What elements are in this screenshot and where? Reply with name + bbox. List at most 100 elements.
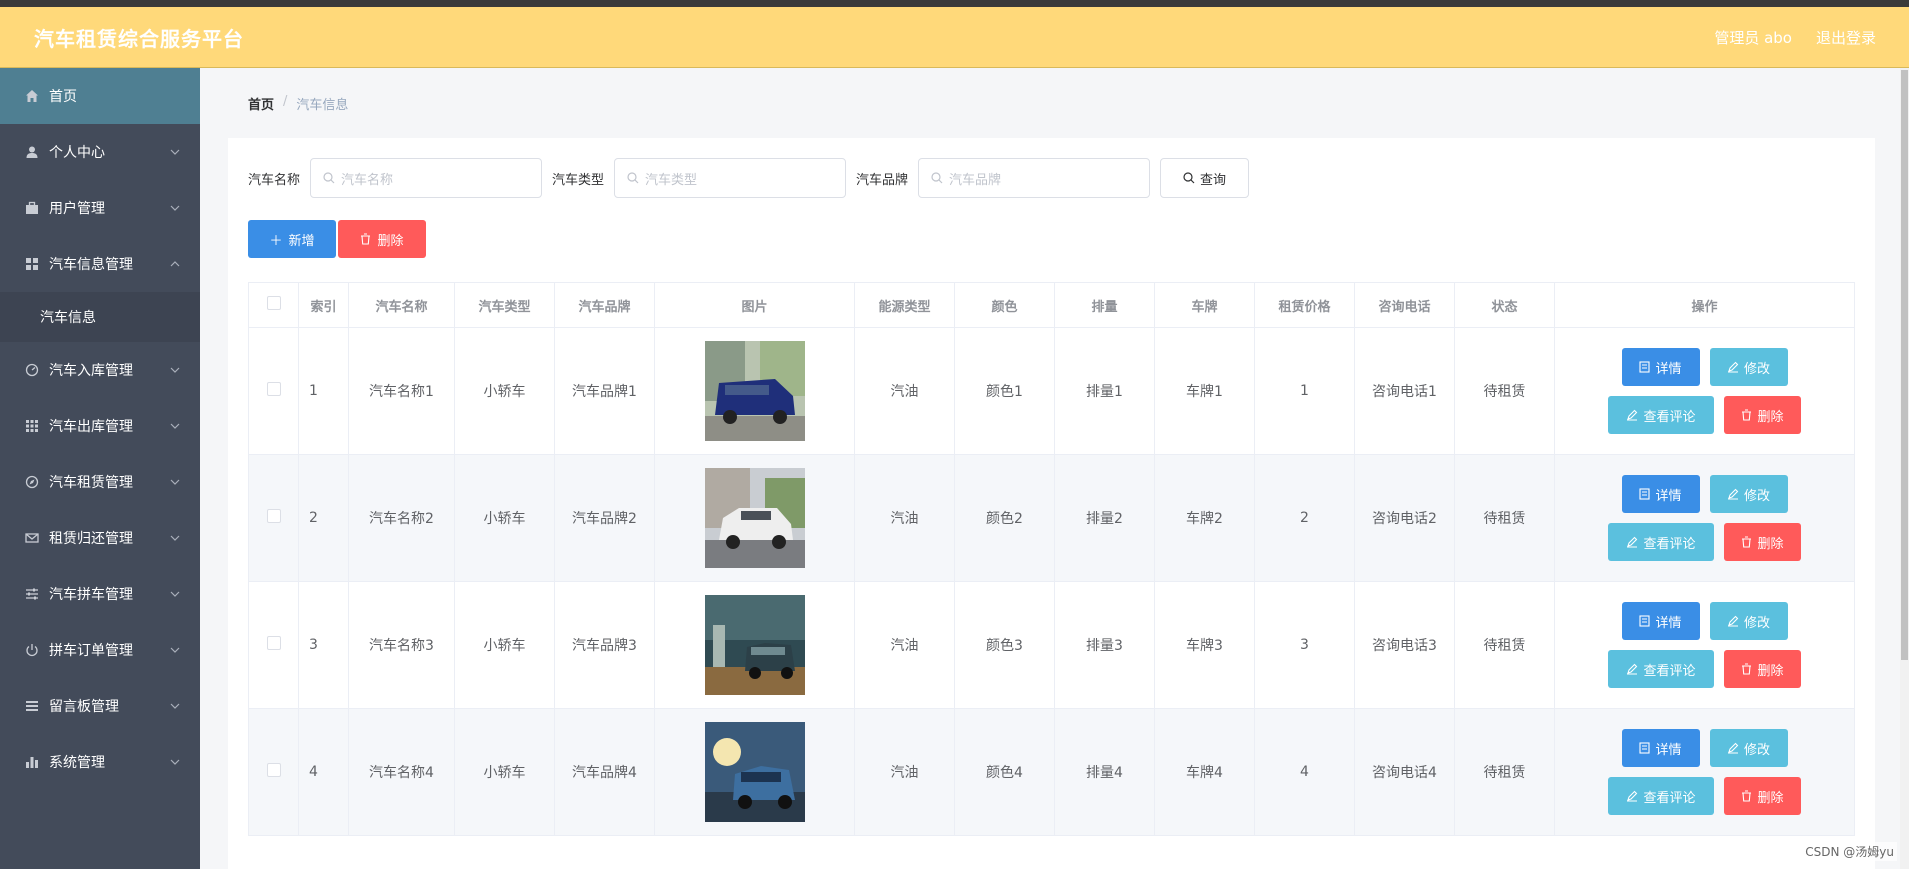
row-delete-button-label: 删除 <box>1757 663 1784 679</box>
energy-type-cell: 汽油 <box>854 327 955 455</box>
edit-button[interactable]: 修改 <box>1709 602 1788 640</box>
bulk-delete-button[interactable]: 删除 <box>338 220 426 258</box>
row-checkbox-cell[interactable] <box>248 581 299 709</box>
query-button[interactable]: 查询 <box>1160 158 1250 198</box>
car-brand-cell: 汽车品牌4 <box>554 708 655 836</box>
detail-button[interactable]: 详情 <box>1621 475 1700 513</box>
view-reviews-button[interactable]: 查看评论 <box>1608 777 1714 815</box>
row-checkbox[interactable] <box>266 382 281 396</box>
select-all-cell[interactable] <box>248 282 299 328</box>
car-name-cell: 汽车名称3 <box>348 581 455 709</box>
edit-button-label: 修改 <box>1743 488 1770 504</box>
sidebar-item-label: 留言板管理 <box>49 699 119 715</box>
column-header: 咨询电话 <box>1354 282 1455 328</box>
view-reviews-button[interactable]: 查看评论 <box>1608 396 1714 434</box>
car-brand-input[interactable]: 汽车品牌 <box>918 158 1151 198</box>
chevron-down-icon <box>170 149 180 155</box>
list-icon <box>24 698 40 714</box>
edit-button[interactable]: 修改 <box>1709 475 1788 513</box>
row-delete-button[interactable]: 删除 <box>1724 523 1801 561</box>
column-header: 能源类型 <box>854 282 955 328</box>
car-type-cell: 小轿车 <box>454 454 555 582</box>
sidebar-item-label: 系统管理 <box>49 755 105 771</box>
admin-user-label[interactable]: 管理员 abo <box>1714 27 1792 48</box>
breadcrumb-home[interactable]: 首页 <box>248 94 274 113</box>
energy-type-cell: 汽油 <box>854 581 955 709</box>
car-brand-label: 汽车品牌 <box>856 172 909 188</box>
apps-icon <box>24 418 40 434</box>
select-all-checkbox[interactable] <box>266 296 281 310</box>
car-brand-placeholder: 汽车品牌 <box>949 172 1002 188</box>
user-icon <box>24 144 40 160</box>
gauge-icon <box>24 362 40 378</box>
sidebar-subitem-car-info[interactable]: 汽车信息 <box>0 292 200 342</box>
search-icon <box>931 172 943 184</box>
sidebar-subitem-label: 汽车信息 <box>40 310 96 326</box>
logout-link[interactable]: 退出登录 <box>1816 27 1876 48</box>
car-name-placeholder: 汽车名称 <box>341 172 394 188</box>
row-checkbox[interactable] <box>266 636 281 650</box>
detail-button[interactable]: 详情 <box>1621 348 1700 386</box>
row-checkbox-cell[interactable] <box>248 327 299 455</box>
sidebar-item-user-management[interactable]: 用户管理 <box>0 180 200 236</box>
breadcrumb-current: 汽车信息 <box>296 98 349 113</box>
row-checkbox[interactable] <box>266 763 281 777</box>
car-type-cell: 小轿车 <box>454 581 555 709</box>
sidebar-item-label: 用户管理 <box>49 201 105 217</box>
vertical-scrollbar[interactable] <box>1900 68 1909 869</box>
car-info-table: 索引 汽车名称 汽车类型 汽车品牌 图片 能源类型 颜色 排量 车牌 租赁价格 … <box>248 282 1855 836</box>
edit-button[interactable]: 修改 <box>1709 729 1788 767</box>
row-checkbox[interactable] <box>266 509 281 523</box>
search-icon <box>323 172 335 184</box>
row-checkbox-cell[interactable] <box>248 708 299 836</box>
sidebar-item-rental-return[interactable]: 租赁归还管理 <box>0 510 200 566</box>
plate-cell: 车牌3 <box>1154 581 1255 709</box>
trash-icon <box>1742 790 1752 802</box>
row-delete-button[interactable]: 删除 <box>1724 396 1801 434</box>
car-type-input[interactable]: 汽车类型 <box>614 158 847 198</box>
car-type-cell: 小轿车 <box>454 708 555 836</box>
sidebar-item-carpool-orders[interactable]: 拼车订单管理 <box>0 622 200 678</box>
phone-cell: 咨询电话4 <box>1354 708 1455 836</box>
bulk-action-bar: ＋ 新增 删除 <box>248 220 426 258</box>
car-name-cell: 汽车名称4 <box>348 708 455 836</box>
sidebar-item-home[interactable]: 首页 <box>0 68 200 124</box>
pencil-icon <box>1627 409 1638 421</box>
detail-button[interactable]: 详情 <box>1621 602 1700 640</box>
table-row: 4 汽车名称4 小轿车 汽车品牌4 汽油 颜色4 排量4 车牌4 4 咨询电话4… <box>248 708 1855 836</box>
status-cell: 待租赁 <box>1454 708 1555 836</box>
color-cell: 颜色3 <box>954 581 1055 709</box>
sidebar-item-system-management[interactable]: 系统管理 <box>0 734 200 790</box>
car-name-cell: 汽车名称1 <box>348 327 455 455</box>
column-header: 汽车品牌 <box>554 282 655 328</box>
operations-cell: 详情 修改 查看评论 删除 <box>1554 454 1855 582</box>
row-delete-button[interactable]: 删除 <box>1724 777 1801 815</box>
detail-button-label: 详情 <box>1655 488 1682 504</box>
view-reviews-button[interactable]: 查看评论 <box>1608 650 1714 688</box>
edit-button[interactable]: 修改 <box>1709 348 1788 386</box>
sidebar-item-message-board[interactable]: 留言板管理 <box>0 678 200 734</box>
car-name-input[interactable]: 汽车名称 <box>310 158 543 198</box>
search-icon <box>1183 172 1195 184</box>
sidebar-item-car-info-management[interactable]: 汽车信息管理 <box>0 236 200 292</box>
sidebar-item-car-inbound[interactable]: 汽车入库管理 <box>0 342 200 398</box>
bulk-delete-button-label: 删除 <box>377 233 404 249</box>
breadcrumb-separator: / <box>283 94 288 109</box>
sidebar-item-personal-center[interactable]: 个人中心 <box>0 124 200 180</box>
row-checkbox-cell[interactable] <box>248 454 299 582</box>
car-brand-cell: 汽车品牌3 <box>554 581 655 709</box>
window-top-strip <box>0 0 1909 7</box>
sidebar-item-label: 汽车出库管理 <box>49 419 133 435</box>
edit-button-label: 修改 <box>1743 742 1770 758</box>
add-button[interactable]: ＋ 新增 <box>248 220 336 258</box>
sidebar-item-car-rental[interactable]: 汽车租赁管理 <box>0 454 200 510</box>
scrollbar-thumb[interactable] <box>1901 70 1908 660</box>
detail-button[interactable]: 详情 <box>1621 729 1700 767</box>
sidebar-item-carpool[interactable]: 汽车拼车管理 <box>0 566 200 622</box>
operations-cell: 详情 修改 查看评论 删除 <box>1554 581 1855 709</box>
sidebar-item-car-outbound[interactable]: 汽车出库管理 <box>0 398 200 454</box>
row-delete-button[interactable]: 删除 <box>1724 650 1801 688</box>
view-reviews-button[interactable]: 查看评论 <box>1608 523 1714 561</box>
car-image <box>704 595 805 695</box>
color-cell: 颜色2 <box>954 454 1055 582</box>
